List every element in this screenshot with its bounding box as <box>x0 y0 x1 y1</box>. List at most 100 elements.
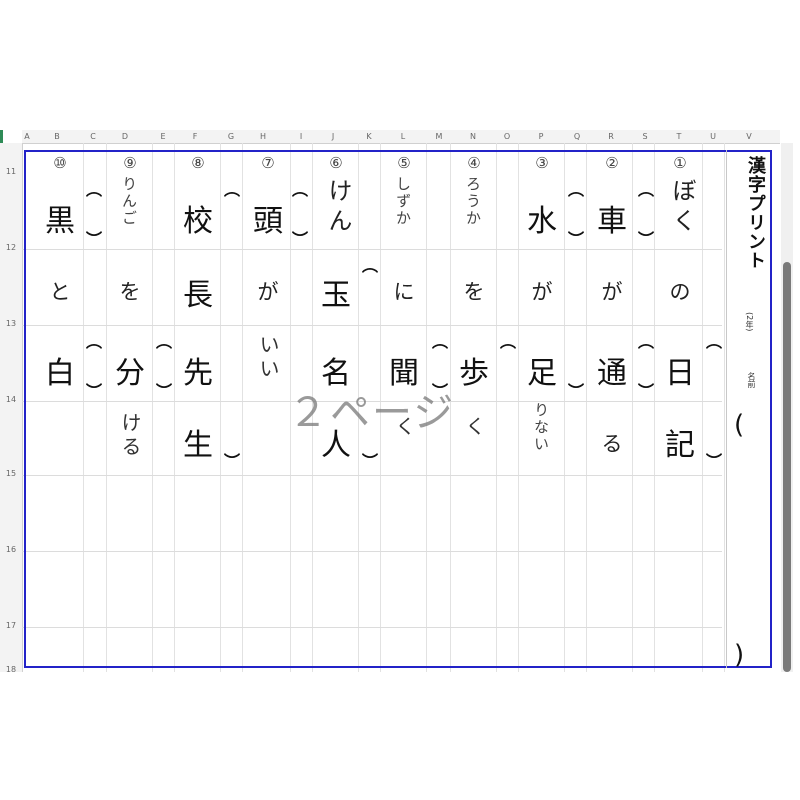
name-label: 名前 <box>747 372 756 388</box>
okurigana-text: りない <box>532 402 550 453</box>
row-header-11[interactable]: 11 <box>0 167 22 176</box>
title-divider <box>726 150 727 668</box>
kanji-cell[interactable]: 水 <box>517 196 567 240</box>
kanji-cell[interactable]: 長 <box>173 270 223 314</box>
kanji-cell[interactable]: 通 <box>587 348 637 392</box>
question-number: ⑨ <box>123 154 137 172</box>
bracket-open: ︵ <box>86 332 103 351</box>
bracket-open: ︵ <box>706 332 723 351</box>
bracket-close: ︶ <box>224 452 241 471</box>
kanji-cell[interactable]: 足 <box>517 348 567 392</box>
kanji-cell[interactable]: 分 <box>105 348 155 392</box>
kana-text: を <box>463 280 485 304</box>
kana-text: が <box>257 280 279 304</box>
reading-text: しずか <box>394 176 412 227</box>
kana-text: ぼく <box>668 178 696 238</box>
kanji-cell[interactable]: 聞 <box>379 348 429 392</box>
column-header-a[interactable]: A <box>20 130 34 143</box>
row-header-13[interactable]: 13 <box>0 319 22 328</box>
vertical-scrollbar-thumb[interactable] <box>783 262 791 672</box>
bracket-open: ︵ <box>432 332 449 351</box>
name-bracket-open: ( <box>734 410 745 440</box>
kanji-cell[interactable]: 記 <box>655 420 705 464</box>
question-number: ⑦ <box>261 154 275 172</box>
column-header-l[interactable]: L <box>392 130 414 143</box>
column-header-f[interactable]: F <box>184 130 206 143</box>
kana-text: を <box>119 280 141 304</box>
bracket-open: ︵ <box>638 332 655 351</box>
kanji-cell[interactable]: 頭 <box>243 196 293 240</box>
question-number: ① <box>673 154 687 172</box>
kanji-cell[interactable]: 先 <box>173 348 223 392</box>
bracket-open: ︵ <box>86 180 103 199</box>
kana-text: る <box>601 432 623 456</box>
row-header-18[interactable]: 18 <box>0 665 22 672</box>
column-header-n[interactable]: N <box>462 130 484 143</box>
column-header-p[interactable]: P <box>530 130 552 143</box>
row-headers: 11 12 13 14 15 16 17 18 <box>0 143 23 672</box>
column-header-t[interactable]: T <box>668 130 690 143</box>
kana-text: の <box>669 280 691 304</box>
column-header-e[interactable]: E <box>152 130 174 143</box>
bracket-close: ︶ <box>362 452 379 471</box>
row-header-14[interactable]: 14 <box>0 395 22 404</box>
name-bracket-close: ) <box>734 640 745 670</box>
bracket-close: ︶ <box>568 230 585 249</box>
kana-text: いい <box>256 334 280 382</box>
bracket-open: ︵ <box>292 180 309 199</box>
column-header-s[interactable]: S <box>634 130 656 143</box>
row-header-16[interactable]: 16 <box>0 545 22 554</box>
column-header-g[interactable]: G <box>220 130 242 143</box>
bracket-close: ︶ <box>568 382 585 401</box>
question-number: ④ <box>467 154 481 172</box>
question-number: ③ <box>535 154 549 172</box>
row-header-17[interactable]: 17 <box>0 621 22 630</box>
bracket-close: ︶ <box>638 230 655 249</box>
column-header-h[interactable]: H <box>252 130 274 143</box>
kana-text: けん <box>324 178 352 238</box>
column-header-q[interactable]: Q <box>566 130 588 143</box>
row-header-12[interactable]: 12 <box>0 243 22 252</box>
bracket-close: ︶ <box>638 382 655 401</box>
bracket-open: ︵ <box>362 256 379 275</box>
kana-text: と <box>49 280 71 304</box>
kanji-cell[interactable]: 車 <box>587 196 637 240</box>
kanji-cell[interactable]: 校 <box>173 196 223 240</box>
kanji-cell[interactable]: 白 <box>35 348 85 392</box>
kanji-cell[interactable]: 人 <box>311 420 361 464</box>
kanji-cell[interactable]: 名 <box>311 348 361 392</box>
column-header-r[interactable]: R <box>600 130 622 143</box>
column-header-v[interactable]: V <box>738 130 760 143</box>
column-header-b[interactable]: B <box>46 130 68 143</box>
kanji-cell[interactable]: 生 <box>173 420 223 464</box>
kanji-cell[interactable]: 歩 <box>449 348 499 392</box>
question-number: ⑤ <box>397 154 411 172</box>
column-header-m[interactable]: M <box>428 130 450 143</box>
bracket-close: ︶ <box>432 382 449 401</box>
bracket-close: ︶ <box>86 230 103 249</box>
column-header-j[interactable]: J <box>322 130 344 143</box>
bracket-close: ︶ <box>156 382 173 401</box>
okurigana-text: く <box>462 416 486 440</box>
bracket-close: ︶ <box>86 382 103 401</box>
kanji-cell[interactable]: 玉 <box>311 270 361 314</box>
column-header-d[interactable]: D <box>114 130 136 143</box>
okurigana-text: ける <box>118 412 142 460</box>
column-header-o[interactable]: O <box>496 130 518 143</box>
column-header-u[interactable]: U <box>702 130 724 143</box>
bracket-open: ︵ <box>224 180 241 199</box>
kanji-cell[interactable]: 黒 <box>35 196 85 240</box>
okurigana-text: く <box>392 416 416 440</box>
kana-text: が <box>601 280 623 304</box>
column-header-i[interactable]: I <box>290 130 312 143</box>
kanji-cell[interactable]: 日 <box>655 348 705 392</box>
row-header-15[interactable]: 15 <box>0 469 22 478</box>
bracket-close: ︶ <box>706 452 723 471</box>
column-header-c[interactable]: C <box>82 130 104 143</box>
reading-text: ろうか <box>464 176 482 227</box>
bracket-open: ︵ <box>156 332 173 351</box>
column-header-k[interactable]: K <box>358 130 380 143</box>
bracket-open: ︵ <box>638 180 655 199</box>
bracket-open: ︵ <box>500 332 517 351</box>
question-number: ⑥ <box>329 154 343 172</box>
